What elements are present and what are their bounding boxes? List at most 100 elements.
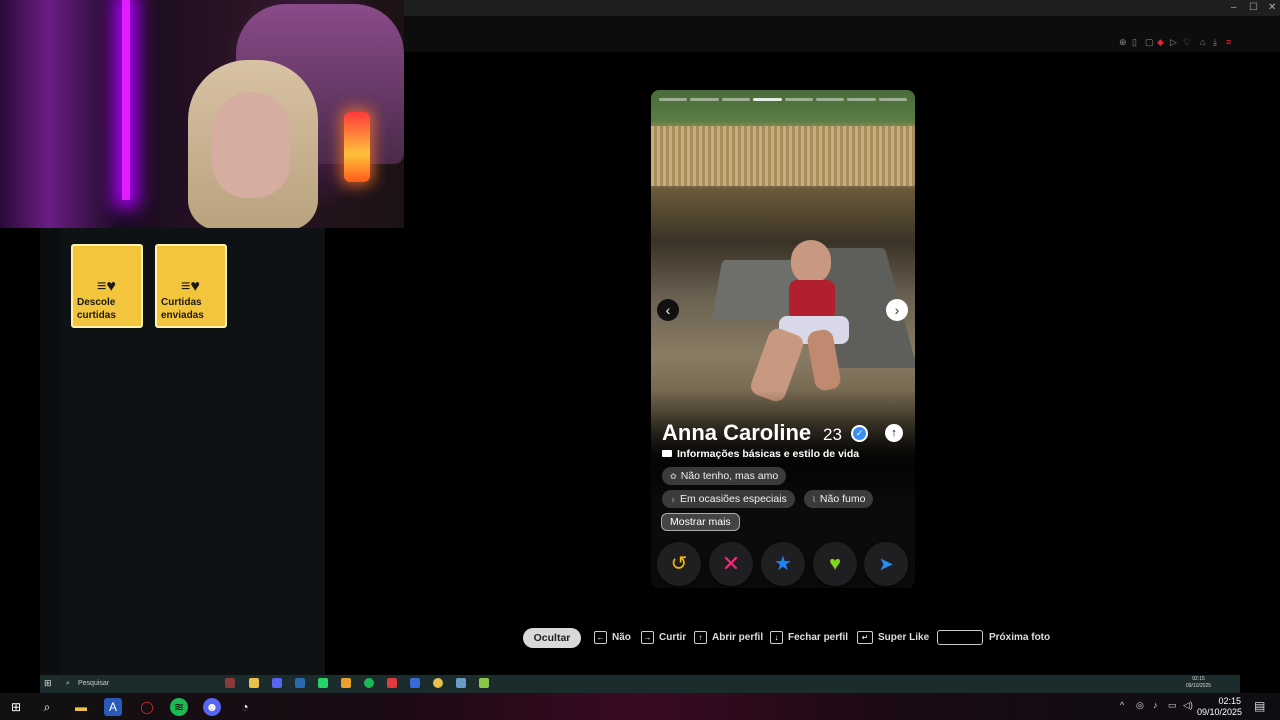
photo-progress-segment — [878, 98, 907, 101]
prev-photo-button[interactable]: ‹ — [657, 299, 679, 321]
inner-app-icon[interactable] — [410, 678, 420, 688]
profile-age: 23 — [823, 425, 842, 444]
network-icon[interactable]: ▭ — [1168, 700, 1177, 711]
chip-drinking: ♁ Em ocasiões especiais — [662, 490, 795, 508]
heart-icon: ♥ — [829, 553, 841, 575]
window-icon[interactable]: ▢ — [1145, 37, 1154, 48]
like-button[interactable]: ♥ — [813, 542, 857, 586]
chip-pets: ✿ Não tenho, mas amo — [662, 467, 787, 485]
lock-icon[interactable]: ⌂ — [1200, 37, 1205, 47]
hide-shortcuts-button[interactable]: Ocultar — [523, 628, 581, 648]
file-explorer-icon[interactable]: ▬ — [72, 698, 90, 716]
maximize-icon[interactable]: ☐ — [1249, 2, 1258, 13]
glass-icon: ♁ — [670, 495, 676, 504]
heart-speed-icon: ≡♥ — [97, 278, 116, 295]
spotify-icon[interactable]: ≋ — [170, 698, 188, 716]
taskbar-clock[interactable]: 02:15 09/10/2025 — [1197, 696, 1243, 718]
info-header: Informações básicas e estilo de vida — [662, 448, 859, 460]
inner-app-icon[interactable] — [387, 678, 397, 688]
inner-app-icon[interactable] — [341, 678, 351, 688]
discord-icon[interactable]: ☻ — [203, 698, 221, 716]
enter-key-icon: ↵ — [857, 631, 873, 644]
start-icon[interactable]: ⊞ — [7, 698, 25, 716]
play-icon[interactable]: ▷ — [1170, 37, 1177, 48]
profile-name: Anna Caroline — [662, 420, 812, 445]
heart-outline-icon[interactable]: ♡ — [1183, 37, 1191, 48]
window-titlebar — [404, 0, 1280, 16]
inner-app-icon[interactable] — [225, 678, 235, 688]
tray-app-icon[interactable]: ◎ — [1136, 700, 1144, 711]
info-header-label: Informações básicas e estilo de vida — [677, 448, 860, 460]
windows-taskbar — [0, 693, 1280, 720]
photo-progress-segment — [690, 98, 719, 101]
streamer-face — [212, 92, 290, 198]
clock-date: 09/10/2025 — [1197, 707, 1243, 717]
shield-icon[interactable]: ◆ — [1157, 37, 1164, 48]
left-strip — [40, 228, 60, 675]
chip-label: Em ocasiões especiais — [680, 493, 787, 505]
app-icon[interactable]: ◔ — [236, 698, 254, 716]
inner-app-icon[interactable] — [479, 678, 489, 688]
nope-button[interactable]: ✕ — [709, 542, 753, 586]
tile-curtidas-enviadas[interactable]: ≡♥ Curtidas enviadas — [155, 244, 227, 328]
volume-icon[interactable]: ◁) — [1183, 700, 1193, 711]
zoom-icon[interactable]: ⊕ — [1119, 37, 1127, 48]
send-icon: ➤ — [878, 554, 894, 574]
shortcut-close-profile: Fechar perfil — [788, 632, 849, 643]
paw-icon: ✿ — [670, 472, 677, 481]
photo-progress-segment — [721, 98, 751, 101]
tile-descole-curtidas[interactable]: ≡♥ Descole curtidas — [71, 244, 143, 328]
heart-speed-icon: ≡♥ — [181, 278, 200, 295]
minimize-icon[interactable]: – — [1231, 2, 1237, 13]
search-icon[interactable]: ⌕ — [38, 698, 56, 716]
clock-time: 02:15 — [1218, 696, 1241, 706]
photo-progress-segment — [815, 98, 845, 101]
shortcut-like: Curtir — [659, 632, 687, 643]
inner-discord-icon[interactable] — [272, 678, 282, 688]
inner-app-icon[interactable] — [433, 678, 443, 688]
star-icon: ★ — [774, 553, 792, 575]
inner-folder-icon[interactable] — [249, 678, 259, 688]
microphone-icon[interactable]: ♪ — [1153, 700, 1158, 710]
tile-label-line1: Descole — [77, 297, 116, 308]
inner-search-placeholder: Pesquisar — [78, 680, 110, 687]
inner-steam-icon[interactable] — [295, 678, 305, 688]
rewind-icon: ↺ — [670, 553, 688, 575]
verified-icon: ✓ — [851, 425, 868, 442]
profile-card[interactable]: ‹ › Anna Caroline 23 ✓ ↑ Informações bás… — [651, 90, 915, 588]
close-icon[interactable]: ✕ — [1268, 2, 1276, 13]
tile-label-line2: curtidas — [77, 310, 116, 321]
right-arrow-key-icon: → — [641, 631, 654, 644]
down-arrow-key-icon: ↓ — [770, 631, 783, 644]
inner-taskbar — [40, 675, 1240, 693]
app-icon[interactable]: A — [104, 698, 122, 716]
super-like-button[interactable]: ★ — [761, 542, 805, 586]
pin-icon[interactable]: ▯ — [1132, 37, 1137, 48]
inner-spotify-icon[interactable] — [364, 678, 374, 688]
tile-label-line1: Curtidas — [161, 297, 202, 308]
photo-progress-segment — [847, 98, 876, 101]
shortcut-super-like: Super Like — [878, 632, 930, 643]
inner-search-input[interactable]: ⌕ Pesquisar — [62, 677, 192, 691]
notification-icon[interactable]: ▤ — [1254, 699, 1265, 713]
photo-thatch-roof — [651, 126, 915, 186]
open-profile-up-icon[interactable]: ↑ — [885, 424, 903, 442]
download-icon[interactable]: ⤓ — [1213, 37, 1217, 48]
next-photo-button[interactable]: › — [886, 299, 908, 321]
photo-person-top — [789, 280, 835, 320]
rewind-button[interactable]: ↺ — [657, 542, 701, 586]
inner-whatsapp-icon[interactable] — [318, 678, 328, 688]
tray-arrow-icon[interactable]: ^ — [1120, 700, 1124, 710]
rgb-lamp — [344, 112, 370, 182]
inner-clock: 02:15 09/10/2025 — [1186, 676, 1211, 690]
opera-icon[interactable]: ◯ — [138, 698, 156, 716]
boost-button[interactable]: ➤ — [864, 542, 908, 586]
inner-clock-time: 02:15 — [1192, 676, 1205, 682]
show-more-button[interactable]: Mostrar mais — [661, 513, 740, 531]
chip-smoking: ⌇ Não fumo — [804, 490, 874, 508]
inner-start-icon[interactable]: ⊞ — [44, 678, 52, 689]
shortcut-next-photo: Próxima foto — [989, 632, 1051, 643]
inner-app-icon[interactable] — [456, 678, 466, 688]
photo-progress-segment — [784, 98, 813, 101]
menu-icon[interactable]: ≡ — [1226, 37, 1231, 47]
